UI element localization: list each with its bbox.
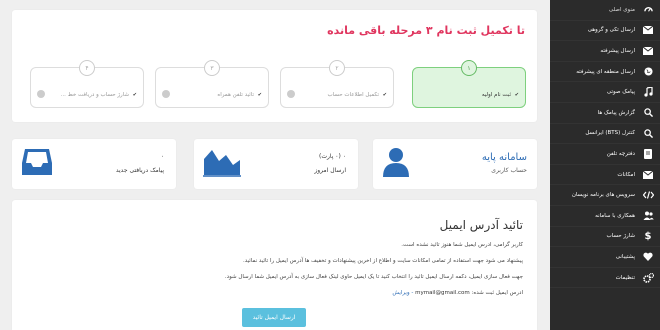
registered-email-row: ادرس ایمیل ثبت شده: mymail@gmail.com - و… [392, 290, 523, 296]
sent-today-value: ۰ (۰ پارت) [318, 153, 346, 160]
sidebar-item-label: ارسال تکی و گروهی [587, 27, 635, 34]
arrow-icon [162, 90, 170, 98]
heart-icon [641, 250, 655, 264]
check-icon: ✔ [514, 92, 519, 98]
sidebar-item-label: پشتیبانی [615, 253, 635, 260]
step-number: ۳ [204, 60, 220, 76]
registered-email-address: mymail@gmail.com [415, 290, 470, 296]
area-chart-icon [203, 150, 241, 177]
arrow-icon [37, 90, 45, 98]
cogs-icon [641, 271, 655, 285]
email-message-line: کاربر گرامی، ادرس ایمیل شما هنوز تائید ن… [401, 242, 523, 248]
arrow-icon [287, 90, 295, 98]
sidebar-item-support[interactable]: پشتیبانی [550, 247, 660, 268]
step-number: ۴ [79, 60, 95, 76]
step-label: ثبت نام اولیه [481, 92, 511, 98]
envelope-icon [641, 44, 655, 58]
step-label: تکمیل اطلاعات حساب [327, 92, 379, 98]
sidebar-item-developer-services[interactable]: سرویس های برنامه نویسان [550, 185, 660, 206]
step-label: شارژ حساب و دریافت خط ... [60, 92, 129, 98]
registered-email-label: ادرس ایمیل ثبت شده: [471, 290, 523, 296]
sidebar-item-single-group-send[interactable]: ارسال تکی و گروهی [550, 21, 660, 42]
registration-steps-card: تا تکمیل ثبت نام ۳ مرحله باقی مانده ۱ ✔ … [12, 10, 537, 122]
search-icon [641, 106, 655, 120]
inbox-label: پیامک دریافتی جدید [115, 167, 164, 174]
check-icon: ✔ [382, 92, 387, 98]
email-message-line: پیشنهاد می شود جهت استفاده از تمامی امکا… [242, 258, 523, 264]
sidebar: منوی اصلی ارسال تکی و گروهی ارسال پیشرفت… [550, 0, 660, 330]
inbox-value: ۰ [160, 153, 164, 160]
main-content: تا تکمیل ثبت نام ۳ مرحله باقی مانده ۱ ✔ … [0, 0, 550, 330]
inbox-card: ۰ پیامک دریافتی جدید [12, 139, 176, 189]
search-icon [641, 126, 655, 140]
sidebar-item-account-charge[interactable]: $ شارژ حساب [550, 227, 660, 248]
step-number: ۲ [329, 60, 345, 76]
sidebar-item-label: شارژ حساب [606, 233, 635, 240]
envelope-icon [641, 23, 655, 37]
sent-today-card: ۰ (۰ پارت) ارسال امروز [194, 139, 358, 189]
sidebar-item-label: گزارش پیامک ها [597, 109, 635, 116]
email-title: تائید آدرس ایمیل [439, 218, 523, 232]
sidebar-item-label: ارسال منطقه ای پیشرفته [576, 68, 635, 75]
sidebar-item-advanced-send[interactable]: ارسال پیشرفته [550, 41, 660, 62]
sidebar-item-regional-send[interactable]: ارسال منطقه ای پیشرفته [550, 62, 660, 83]
email-message-line: جهت فعال سازی ایمیل، دکمه ارسال ایمیل تا… [224, 274, 523, 280]
sent-today-label: ارسال امروز [314, 167, 346, 174]
envelope-icon [641, 168, 655, 182]
sidebar-item-label: سرویس های برنامه نویسان [571, 192, 635, 199]
inbox-icon [22, 149, 52, 175]
steps-title: تا تکمیل ثبت نام ۳ مرحله باقی مانده [327, 24, 525, 37]
sidebar-item-phonebook[interactable]: دفترچه تلفن [550, 144, 660, 165]
step-complete-account-info[interactable]: ۲ ✔ تکمیل اطلاعات حساب [280, 60, 394, 108]
sidebar-item-partnership[interactable]: همکاری با سامانه [550, 206, 660, 227]
user-icon [383, 148, 409, 177]
sidebar-item-label: ارسال پیشرفته [600, 47, 635, 54]
plan-subtitle: حساب کاربری [491, 167, 527, 174]
sidebar-item-bts-control[interactable]: کنترل (BTS) ایرانسل [550, 124, 660, 145]
sidebar-item-label: منوی اصلی [608, 6, 635, 13]
email-verification-card: تائید آدرس ایمیل کاربر گرامی، ادرس ایمیل… [12, 200, 537, 330]
users-icon [641, 209, 655, 223]
music-icon [641, 85, 655, 99]
globe-icon [641, 65, 655, 79]
sidebar-item-label: دفترچه تلفن [606, 150, 635, 157]
sidebar-item-features[interactable]: امکانات [550, 165, 660, 186]
step-number: ۱ [461, 60, 477, 76]
send-verification-email-button[interactable]: ارسال ایمیل تائید [242, 308, 306, 327]
sidebar-item-settings[interactable]: تنظیمات [550, 268, 660, 289]
sidebar-item-sms-reports[interactable]: گزارش پیامک ها [550, 103, 660, 124]
check-icon: ✔ [132, 92, 137, 98]
step-initial-registration[interactable]: ۱ ✔ ثبت نام اولیه [412, 60, 526, 108]
edit-email-link[interactable]: - ویرایش [392, 290, 413, 296]
check-icon: ✔ [257, 92, 262, 98]
step-charge-account[interactable]: ۴ ✔ شارژ حساب و دریافت خط ... [30, 60, 144, 108]
step-label: تائید تلفن همراه [217, 92, 254, 98]
code-icon [641, 188, 655, 202]
sidebar-item-voice-sms[interactable]: پیامک صوتی [550, 82, 660, 103]
dollar-icon: $ [644, 230, 652, 242]
plan-title: سامانه پایه [481, 152, 527, 163]
sidebar-item-label: امکانات [617, 171, 635, 178]
sidebar-item-label: پیامک صوتی [606, 89, 635, 96]
plan-card: سامانه پایه حساب کاربری [373, 139, 537, 189]
step-verify-phone[interactable]: ۳ ✔ تائید تلفن همراه [155, 60, 269, 108]
sidebar-item-main-menu[interactable]: منوی اصلی [550, 0, 660, 21]
dashboard-icon [641, 3, 655, 17]
phonebook-icon [641, 147, 655, 161]
sidebar-item-label: همکاری با سامانه [595, 212, 635, 219]
sidebar-item-label: کنترل (BTS) ایرانسل [585, 130, 635, 137]
sidebar-item-label: تنظیمات [615, 274, 635, 281]
